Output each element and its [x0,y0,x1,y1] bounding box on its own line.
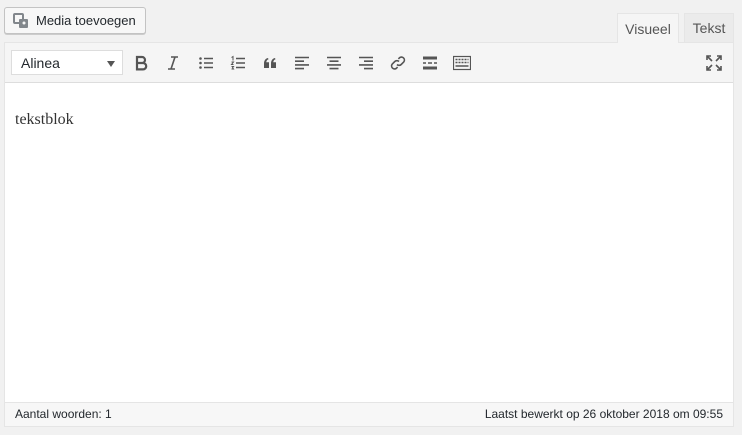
align-right-button[interactable] [353,50,379,76]
italic-icon [168,56,178,70]
editor-content[interactable]: tekstblok [15,111,723,129]
chevron-down-icon [107,61,115,67]
last-edited: Laatst bewerkt op 26 oktober 2018 om 09:… [484,407,723,421]
align-left-icon [295,56,309,70]
blockquote-icon [264,58,276,68]
bulleted-list-icon [199,57,213,69]
status-bar: Aantal woorden: 1 Laatst bewerkt op 26 o… [5,402,733,426]
add-media-label: Media toevoegen [36,13,136,28]
read-more-button[interactable] [417,50,443,76]
fullscreen-icon [706,55,722,71]
italic-button[interactable] [160,50,186,76]
tab-text[interactable]: Tekst [684,13,734,42]
fullscreen-button[interactable] [701,50,727,76]
insert-link-button[interactable] [385,50,411,76]
add-media-icon [13,12,31,30]
tab-visual[interactable]: Visueel [617,13,679,43]
editor-toolbar: Alinea [5,43,733,83]
editor-area: Alinea tekstblok Aantal woorden: 1 Laats… [4,42,734,427]
numbered-list-icon [230,55,245,70]
align-right-icon [359,56,373,70]
toolbar-toggle-button[interactable] [449,50,475,76]
read-more-icon [423,56,437,70]
align-center-button[interactable] [321,50,347,76]
numbered-list-button[interactable] [225,50,251,76]
keyboard-icon [453,55,471,71]
bold-button[interactable] [128,50,154,76]
format-select[interactable]: Alinea [11,50,123,75]
content-paragraph: tekstblok [15,111,74,128]
format-select-value: Alinea [21,54,60,71]
word-count: Aantal woorden: 1 [15,407,112,421]
align-center-icon [327,56,341,70]
add-media-button[interactable]: Media toevoegen [4,7,146,34]
blockquote-button[interactable] [257,50,283,76]
bulleted-list-button[interactable] [193,50,219,76]
align-left-button[interactable] [289,50,315,76]
bold-icon [135,55,148,71]
link-icon [390,56,406,70]
